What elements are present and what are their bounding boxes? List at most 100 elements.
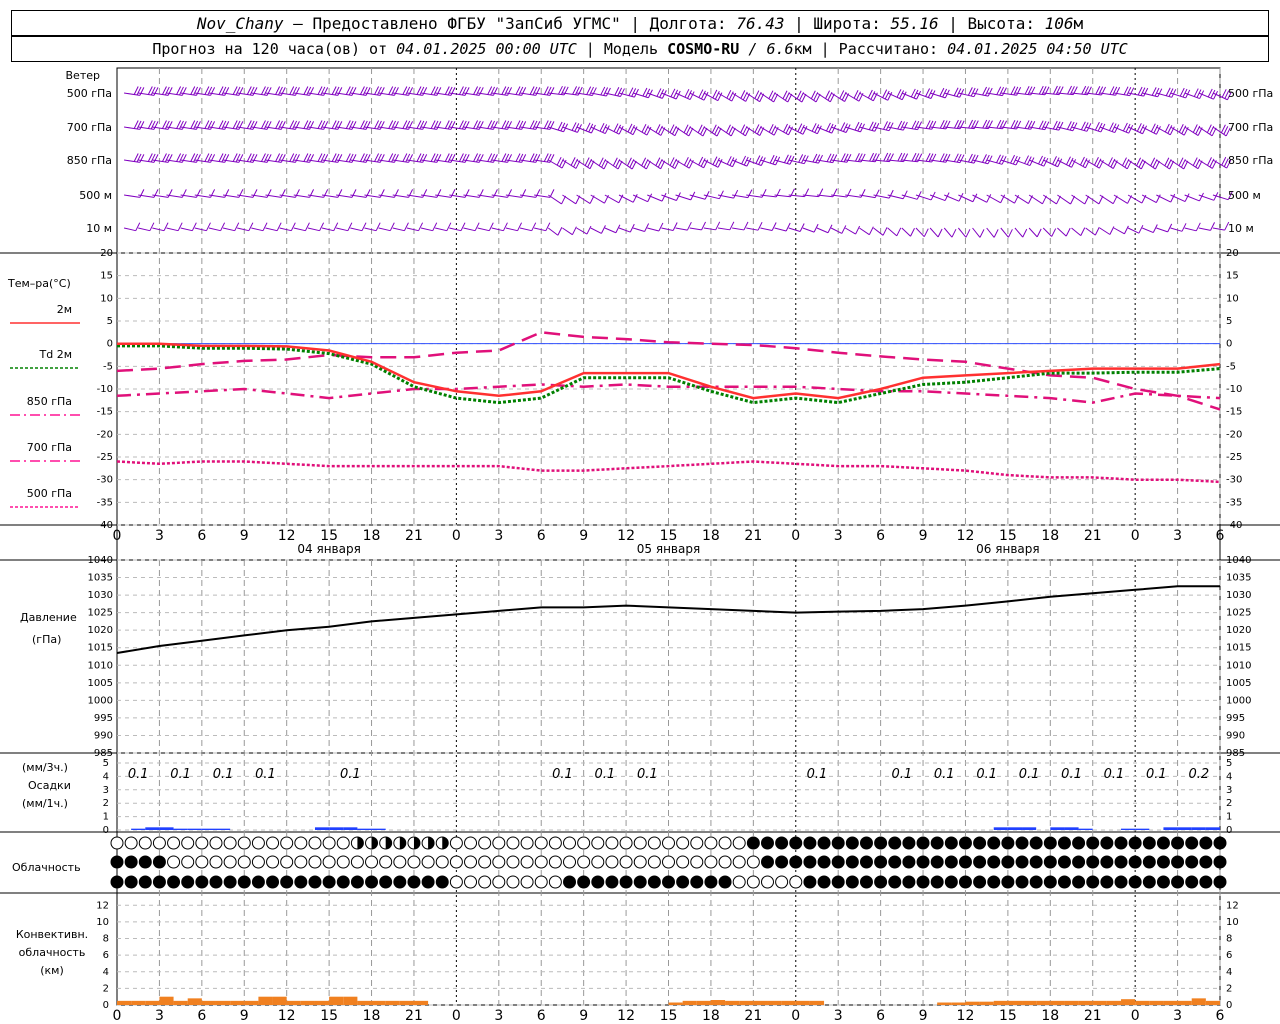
wind-barb [887,89,907,101]
pres-tick-left: 1035 [88,573,113,584]
wind-barb [307,153,329,163]
cloud-circle [548,855,562,869]
cloud-circle [464,875,478,889]
cloud-symbol [124,875,138,889]
cloud-circle [605,836,619,850]
cloud-circle [874,836,888,850]
wind-barb [350,189,371,198]
cloud-symbols [110,836,1227,889]
time-tick-label: 18 [702,1008,720,1024]
conv-bar [739,1000,754,1005]
barb-shaft [505,227,518,232]
cloud-symbol [478,836,492,850]
wind-barb [123,120,145,130]
wind-barb [364,86,385,96]
barb-flag [1007,229,1013,238]
barb-shaft [180,227,193,232]
pres-tick-right: 1035 [1226,573,1251,584]
cloud-circle [1114,875,1128,889]
pres-tick-left: 1005 [88,678,113,689]
wind-barb [1198,222,1215,231]
wind-barb [1198,192,1219,201]
cloud-symbol [280,855,294,869]
barb-shaft [463,227,476,232]
conv-bar [314,1000,330,1005]
wind-barb [477,86,498,96]
cloud-circle [704,836,718,850]
precip-amount: 0.1 [934,767,955,782]
cloud-circle [379,875,393,889]
time-tick-label: 12 [278,528,296,544]
cloud-circle [859,875,873,889]
wind-level-label: 850 гПа [67,154,112,167]
cloud-circle [902,836,916,850]
barb-flag [743,221,749,231]
cloud-symbol [718,875,732,889]
cloud-symbol [902,836,916,850]
precip-amount: 0.1 [170,767,191,782]
cloud-symbol [506,875,520,889]
cloud-circle [874,875,888,889]
barb-shaft [534,227,546,232]
time-tick-label: 6 [876,528,885,544]
wind-barb [1057,194,1076,205]
wind-barb [435,153,456,163]
cloud-circle [251,875,265,889]
cloud-symbol [181,836,195,850]
cloud-symbol [817,855,831,869]
cloud-symbol [251,875,265,889]
temp-tick-right: 20 [1226,248,1239,259]
cloud-circle [492,836,506,850]
pres-tick-left: 1000 [88,695,113,706]
conv-bar [300,1000,315,1005]
wind-barb [420,120,442,130]
conv-bar [1205,1000,1220,1005]
wind-barb [208,153,230,163]
temp-tick-right: 0 [1226,339,1232,350]
wind-barb [944,87,965,98]
conv-tick-left: 0 [103,1000,109,1011]
cloud-circle [1015,855,1029,869]
cloud-circle [167,875,181,889]
cloud-symbol [676,836,690,850]
barb-shaft [1099,227,1111,235]
cloud-circle [888,875,902,889]
cloud-symbol [973,875,987,889]
cloud-symbol [350,855,364,869]
wind-barb [703,221,721,231]
cloud-symbol [987,855,1001,869]
conv-tick-left: 10 [96,917,109,928]
cloud-symbol [1156,836,1170,850]
precip-bar [215,828,231,830]
cloud-symbol [1057,855,1071,869]
wind-barb [279,222,296,232]
cloud-symbol [548,875,562,889]
cloud-symbol [322,836,336,850]
cloud-half [371,837,378,849]
barb-shaft [590,159,605,170]
cloud-circle [789,875,803,889]
cloud-symbol [591,855,605,869]
legend-label: Td 2м [39,348,73,361]
wind-barb [519,189,541,198]
barb-shaft [929,227,939,238]
prec-tick-left: 0 [103,825,109,836]
cloud-circle [449,855,463,869]
cloud-circle [662,836,675,850]
prec-tick-right: 0 [1226,825,1232,836]
barb-shaft [1212,227,1225,231]
wind-barb [548,156,567,169]
time-tick-label: 0 [113,1008,122,1024]
cloud-circle [393,875,407,889]
wind-barb [491,189,513,198]
barb-flag [262,222,268,231]
cloud-symbol [591,836,605,850]
cloud-symbol [633,875,647,889]
cloud-circle [464,836,478,850]
time-tick-label: 6 [537,1008,546,1024]
cloud-circle [167,836,181,850]
cloud-circle [563,855,577,869]
pres-tick-right: 1015 [1226,643,1251,654]
cloud-circle [1142,836,1156,850]
precip-bar [1163,827,1178,830]
